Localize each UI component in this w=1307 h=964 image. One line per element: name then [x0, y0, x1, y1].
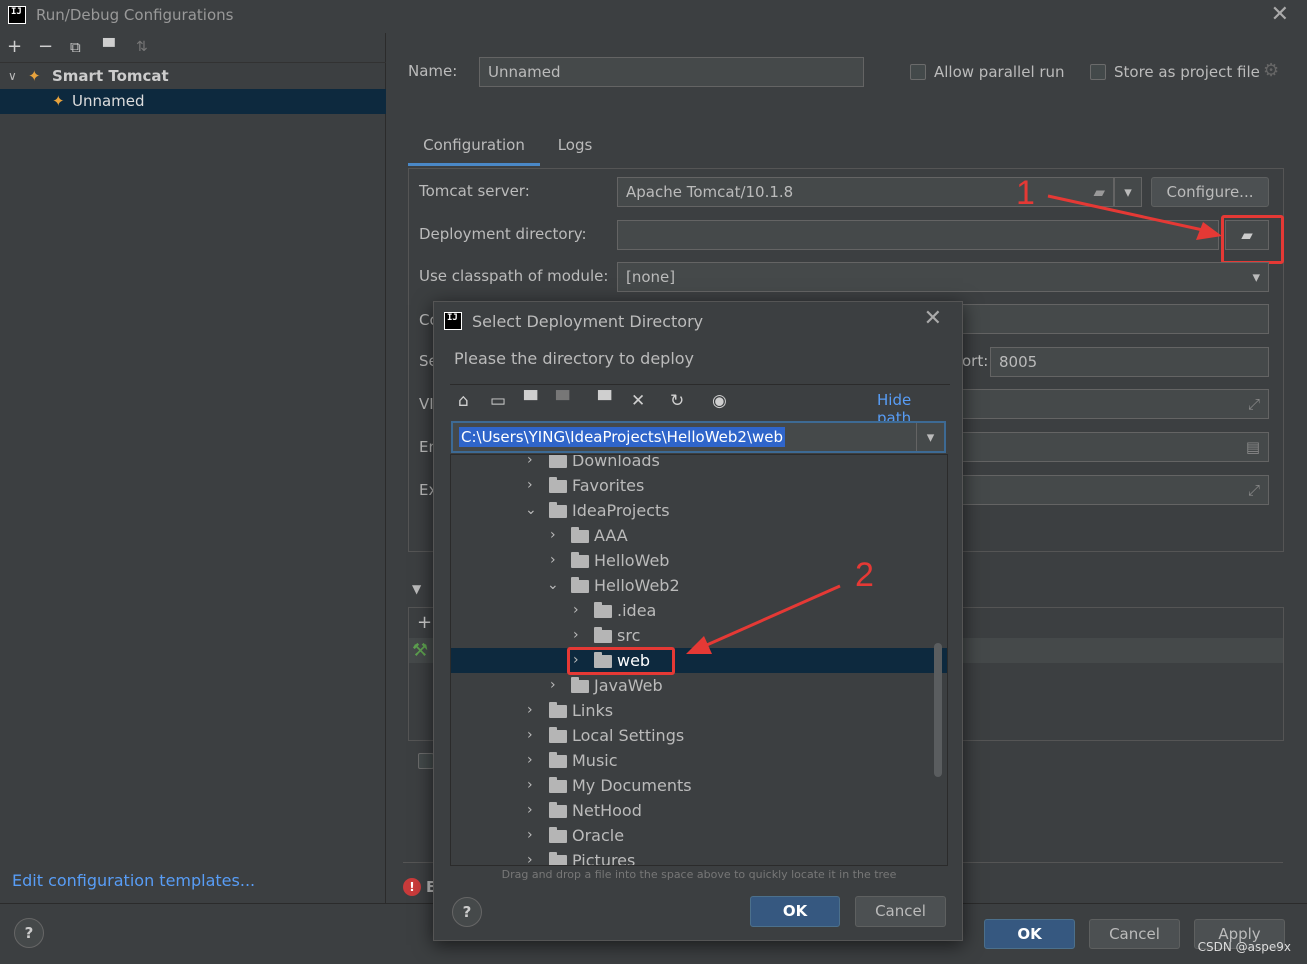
annotation-marker-2: 2	[855, 556, 874, 594]
arrow-1-head	[1196, 222, 1222, 240]
annotation-arrows	[686, 194, 1222, 654]
arrow-2-line	[699, 584, 841, 650]
arrow-1-line	[1047, 194, 1213, 234]
annotation-marker-1: 1	[1016, 174, 1035, 212]
